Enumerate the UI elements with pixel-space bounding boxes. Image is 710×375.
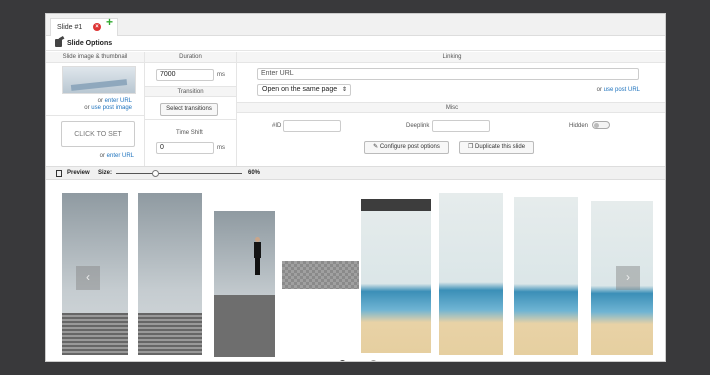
divider: [46, 115, 144, 116]
slice-image: [214, 211, 275, 357]
slide-options-header: Slide Options: [46, 37, 665, 51]
id-label: #ID: [272, 123, 282, 129]
settings-icon: [55, 39, 62, 47]
preview-stage: ‹ ›: [46, 181, 665, 361]
or-text: or: [596, 87, 602, 93]
size-value: 60%: [248, 170, 261, 176]
column-header-duration: Duration: [145, 52, 236, 63]
time-shift-label: Time Shift: [176, 130, 203, 136]
rock-block: [214, 295, 275, 357]
hidden-toggle[interactable]: [592, 121, 610, 129]
duration-unit: ms: [217, 72, 225, 78]
slice-image: [361, 199, 431, 353]
tab-label: Slide #1: [57, 24, 83, 31]
link-target-select[interactable]: Open on the same page ⇕: [257, 84, 351, 96]
slice-image: [138, 193, 202, 355]
prev-arrow-button[interactable]: ‹: [76, 266, 100, 290]
link-target-value: Open on the same page: [262, 86, 338, 93]
size-slider-handle[interactable]: [152, 170, 159, 177]
slide-editor-panel: Slide #1 × + Slide Options Slide image &…: [45, 13, 666, 362]
column-header-misc: Misc: [237, 102, 665, 113]
duplicate-label: Duplicate this slide: [475, 144, 526, 150]
time-shift-input[interactable]: 0: [156, 142, 214, 154]
preview-label: Preview: [67, 170, 90, 176]
figure-body: [254, 242, 261, 258]
slice-edge: [361, 199, 431, 211]
next-arrow-button[interactable]: ›: [616, 266, 640, 290]
configure-label: Configure post options: [379, 144, 440, 150]
tab-bar: Slide #1 × +: [46, 14, 665, 36]
slide-options-title: Slide Options: [67, 40, 113, 47]
deeplink-input[interactable]: [432, 120, 490, 132]
use-post-image-link[interactable]: use post image: [91, 105, 132, 111]
or-text: or: [99, 153, 105, 159]
figure-legs: [255, 258, 260, 275]
use-post-image-row: or use post image: [56, 105, 132, 111]
click-to-set-button[interactable]: CLICK TO SET: [61, 121, 135, 147]
pagination-dot-active[interactable]: [339, 360, 346, 361]
column-header-image: Slide image & thumbnail: [46, 52, 144, 63]
time-shift-unit: ms: [217, 145, 225, 151]
film-icon: [56, 170, 62, 177]
slice-image: [439, 193, 503, 355]
enter-url-row: or enter URL: [56, 98, 132, 104]
deeplink-label: Deeplink: [406, 123, 430, 129]
use-post-url-row: or use post URL: [566, 87, 640, 93]
slide-thumbnail[interactable]: [62, 66, 136, 94]
id-input[interactable]: [283, 120, 341, 132]
configure-post-options-button[interactable]: ✎ Configure post options: [364, 141, 449, 154]
chevron-updown-icon: ⇕: [341, 87, 347, 93]
duplicate-slide-button[interactable]: ❐ Duplicate this slide: [459, 141, 534, 154]
pagination-dot[interactable]: [370, 360, 377, 361]
hidden-label: Hidden: [569, 123, 589, 129]
close-icon[interactable]: ×: [93, 23, 101, 31]
divider: [144, 52, 145, 166]
enter-url-row-2: or enter URL: [56, 153, 134, 159]
divider: [145, 119, 236, 120]
businessman-figure: [254, 237, 261, 275]
select-transitions-button[interactable]: Select transitions: [160, 103, 218, 116]
column-header-transition: Transition: [145, 86, 236, 97]
column-header-linking: Linking: [237, 52, 665, 63]
preview-bar: Preview Size: 60%: [46, 166, 665, 180]
use-post-url-link[interactable]: use post URL: [604, 87, 640, 93]
slice-image: [514, 197, 578, 355]
size-slider[interactable]: [116, 173, 242, 174]
duration-input[interactable]: 7000: [156, 69, 214, 81]
enter-url-link[interactable]: enter URL: [105, 98, 132, 104]
link-url-input[interactable]: Enter URL: [257, 68, 639, 80]
enter-url-link-2[interactable]: enter URL: [107, 153, 134, 159]
duplicate-icon: ❐: [467, 144, 475, 150]
pin-icon: ✎: [373, 144, 380, 150]
slice-image: [282, 261, 359, 289]
or-text: or: [84, 105, 90, 111]
or-text: or: [97, 98, 103, 104]
plus-icon[interactable]: +: [106, 15, 113, 29]
size-label: Size:: [98, 170, 113, 176]
